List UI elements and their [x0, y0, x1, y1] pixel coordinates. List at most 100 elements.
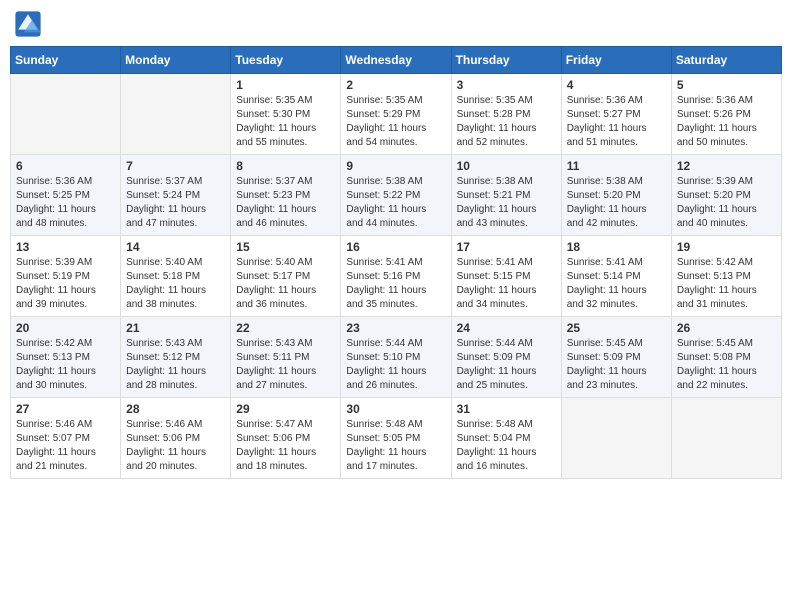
- day-number: 30: [346, 402, 445, 416]
- day-number: 23: [346, 321, 445, 335]
- day-info: Sunrise: 5:47 AMSunset: 5:06 PMDaylight:…: [236, 418, 335, 474]
- weekday-header: Thursday: [451, 47, 561, 74]
- day-number: 7: [126, 159, 225, 173]
- calendar-cell: 21 Sunrise: 5:43 AMSunset: 5:12 PMDayligh…: [121, 317, 231, 398]
- day-number: 25: [567, 321, 666, 335]
- day-info: Sunrise: 5:44 AMSunset: 5:10 PMDaylight:…: [346, 337, 445, 393]
- day-info: Sunrise: 5:43 AMSunset: 5:12 PMDaylight:…: [126, 337, 225, 393]
- day-number: 16: [346, 240, 445, 254]
- day-info: Sunrise: 5:37 AMSunset: 5:24 PMDaylight:…: [126, 175, 225, 231]
- weekday-header: Friday: [561, 47, 671, 74]
- day-number: 29: [236, 402, 335, 416]
- day-info: Sunrise: 5:37 AMSunset: 5:23 PMDaylight:…: [236, 175, 335, 231]
- calendar-week-row: 6Sunrise: 5:36 AMSunset: 5:25 PMDaylight…: [11, 155, 782, 236]
- calendar-cell: 27 Sunrise: 5:46 AMSunset: 5:07 PMDayligh…: [11, 398, 121, 479]
- calendar-cell: 11 Sunrise: 5:38 AMSunset: 5:20 PMDayligh…: [561, 155, 671, 236]
- day-info: Sunrise: 5:35 AMSunset: 5:30 PMDaylight:…: [236, 94, 335, 150]
- calendar-cell: 13 Sunrise: 5:39 AMSunset: 5:19 PMDayligh…: [11, 236, 121, 317]
- day-info: Sunrise: 5:41 AMSunset: 5:15 PMDaylight:…: [457, 256, 556, 312]
- day-number: 26: [677, 321, 776, 335]
- day-number: 10: [457, 159, 556, 173]
- calendar-cell: 4 Sunrise: 5:36 AMSunset: 5:27 PMDaylight…: [561, 74, 671, 155]
- day-number: 28: [126, 402, 225, 416]
- calendar-cell: 5 Sunrise: 5:36 AMSunset: 5:26 PMDaylight…: [671, 74, 781, 155]
- day-info: Sunrise: 5:38 AMSunset: 5:20 PMDaylight:…: [567, 175, 666, 231]
- day-info: Sunrise: 5:48 AMSunset: 5:05 PMDaylight:…: [346, 418, 445, 474]
- calendar-cell: [671, 398, 781, 479]
- calendar-cell: 3Sunrise: 5:35 AMSunset: 5:28 PMDaylight…: [451, 74, 561, 155]
- day-info: Sunrise: 5:35 AMSunset: 5:29 PMDaylight:…: [346, 94, 445, 150]
- day-number: 12: [677, 159, 776, 173]
- calendar-cell: 1 Sunrise: 5:35 AMSunset: 5:30 PMDaylight…: [231, 74, 341, 155]
- day-info: Sunrise: 5:43 AMSunset: 5:11 PMDaylight:…: [236, 337, 335, 393]
- calendar-cell: 28 Sunrise: 5:46 AMSunset: 5:06 PMDayligh…: [121, 398, 231, 479]
- day-info: Sunrise: 5:42 AMSunset: 5:13 PMDaylight:…: [16, 337, 115, 393]
- weekday-header: Saturday: [671, 47, 781, 74]
- day-info: Sunrise: 5:40 AMSunset: 5:18 PMDaylight:…: [126, 256, 225, 312]
- day-number: 22: [236, 321, 335, 335]
- day-info: Sunrise: 5:38 AMSunset: 5:22 PMDaylight:…: [346, 175, 445, 231]
- day-info: Sunrise: 5:36 AMSunset: 5:26 PMDaylight:…: [677, 94, 776, 150]
- calendar-cell: 10 Sunrise: 5:38 AMSunset: 5:21 PMDayligh…: [451, 155, 561, 236]
- calendar-cell: 29 Sunrise: 5:47 AMSunset: 5:06 PMDayligh…: [231, 398, 341, 479]
- day-number: 19: [677, 240, 776, 254]
- day-number: 4: [567, 78, 666, 92]
- calendar-cell: 30 Sunrise: 5:48 AMSunset: 5:05 PMDayligh…: [341, 398, 451, 479]
- weekday-header: Sunday: [11, 47, 121, 74]
- calendar-cell: 7 Sunrise: 5:37 AMSunset: 5:24 PMDaylight…: [121, 155, 231, 236]
- calendar-cell: 9 Sunrise: 5:38 AMSunset: 5:22 PMDaylight…: [341, 155, 451, 236]
- day-number: 1: [236, 78, 335, 92]
- calendar-cell: 25 Sunrise: 5:45 AMSunset: 5:09 PMDayligh…: [561, 317, 671, 398]
- day-number: 21: [126, 321, 225, 335]
- day-number: 6: [16, 159, 115, 173]
- day-info: Sunrise: 5:46 AMSunset: 5:06 PMDaylight:…: [126, 418, 225, 474]
- day-info: Sunrise: 5:38 AMSunset: 5:21 PMDaylight:…: [457, 175, 556, 231]
- calendar-cell: 6Sunrise: 5:36 AMSunset: 5:25 PMDaylight…: [11, 155, 121, 236]
- day-number: 13: [16, 240, 115, 254]
- calendar-cell: 15Sunrise: 5:40 AMSunset: 5:17 PMDayligh…: [231, 236, 341, 317]
- day-number: 27: [16, 402, 115, 416]
- calendar-week-row: 27 Sunrise: 5:46 AMSunset: 5:07 PMDayligh…: [11, 398, 782, 479]
- day-number: 20: [16, 321, 115, 335]
- calendar-cell: 16Sunrise: 5:41 AMSunset: 5:16 PMDayligh…: [341, 236, 451, 317]
- calendar-cell: [11, 74, 121, 155]
- day-info: Sunrise: 5:44 AMSunset: 5:09 PMDaylight:…: [457, 337, 556, 393]
- calendar-cell: 8 Sunrise: 5:37 AMSunset: 5:23 PMDaylight…: [231, 155, 341, 236]
- day-number: 17: [457, 240, 556, 254]
- calendar-cell: 22 Sunrise: 5:43 AMSunset: 5:11 PMDayligh…: [231, 317, 341, 398]
- day-number: 11: [567, 159, 666, 173]
- day-info: Sunrise: 5:48 AMSunset: 5:04 PMDaylight:…: [457, 418, 556, 474]
- day-info: Sunrise: 5:40 AMSunset: 5:17 PMDaylight:…: [236, 256, 335, 312]
- day-info: Sunrise: 5:39 AMSunset: 5:20 PMDaylight:…: [677, 175, 776, 231]
- day-number: 5: [677, 78, 776, 92]
- day-number: 24: [457, 321, 556, 335]
- calendar-cell: 18 Sunrise: 5:41 AMSunset: 5:14 PMDayligh…: [561, 236, 671, 317]
- calendar-cell: 19 Sunrise: 5:42 AMSunset: 5:13 PMDayligh…: [671, 236, 781, 317]
- day-info: Sunrise: 5:41 AMSunset: 5:14 PMDaylight:…: [567, 256, 666, 312]
- day-info: Sunrise: 5:46 AMSunset: 5:07 PMDaylight:…: [16, 418, 115, 474]
- day-number: 8: [236, 159, 335, 173]
- day-info: Sunrise: 5:35 AMSunset: 5:28 PMDaylight:…: [457, 94, 556, 150]
- calendar-cell: 14 Sunrise: 5:40 AMSunset: 5:18 PMDayligh…: [121, 236, 231, 317]
- logo-icon: [14, 10, 42, 38]
- calendar-week-row: 13 Sunrise: 5:39 AMSunset: 5:19 PMDayligh…: [11, 236, 782, 317]
- day-info: Sunrise: 5:42 AMSunset: 5:13 PMDaylight:…: [677, 256, 776, 312]
- day-info: Sunrise: 5:39 AMSunset: 5:19 PMDaylight:…: [16, 256, 115, 312]
- day-number: 18: [567, 240, 666, 254]
- calendar-cell: 24 Sunrise: 5:44 AMSunset: 5:09 PMDayligh…: [451, 317, 561, 398]
- calendar-table: SundayMondayTuesdayWednesdayThursdayFrid…: [10, 46, 782, 479]
- day-number: 9: [346, 159, 445, 173]
- calendar-cell: [121, 74, 231, 155]
- calendar-cell: 26 Sunrise: 5:45 AMSunset: 5:08 PMDayligh…: [671, 317, 781, 398]
- weekday-header: Wednesday: [341, 47, 451, 74]
- calendar-cell: 2Sunrise: 5:35 AMSunset: 5:29 PMDaylight…: [341, 74, 451, 155]
- day-info: Sunrise: 5:45 AMSunset: 5:08 PMDaylight:…: [677, 337, 776, 393]
- day-number: 14: [126, 240, 225, 254]
- day-info: Sunrise: 5:45 AMSunset: 5:09 PMDaylight:…: [567, 337, 666, 393]
- calendar-cell: 17 Sunrise: 5:41 AMSunset: 5:15 PMDayligh…: [451, 236, 561, 317]
- calendar-cell: 23 Sunrise: 5:44 AMSunset: 5:10 PMDayligh…: [341, 317, 451, 398]
- calendar-header-row: SundayMondayTuesdayWednesdayThursdayFrid…: [11, 47, 782, 74]
- weekday-header: Monday: [121, 47, 231, 74]
- day-info: Sunrise: 5:36 AMSunset: 5:27 PMDaylight:…: [567, 94, 666, 150]
- calendar-week-row: 1 Sunrise: 5:35 AMSunset: 5:30 PMDaylight…: [11, 74, 782, 155]
